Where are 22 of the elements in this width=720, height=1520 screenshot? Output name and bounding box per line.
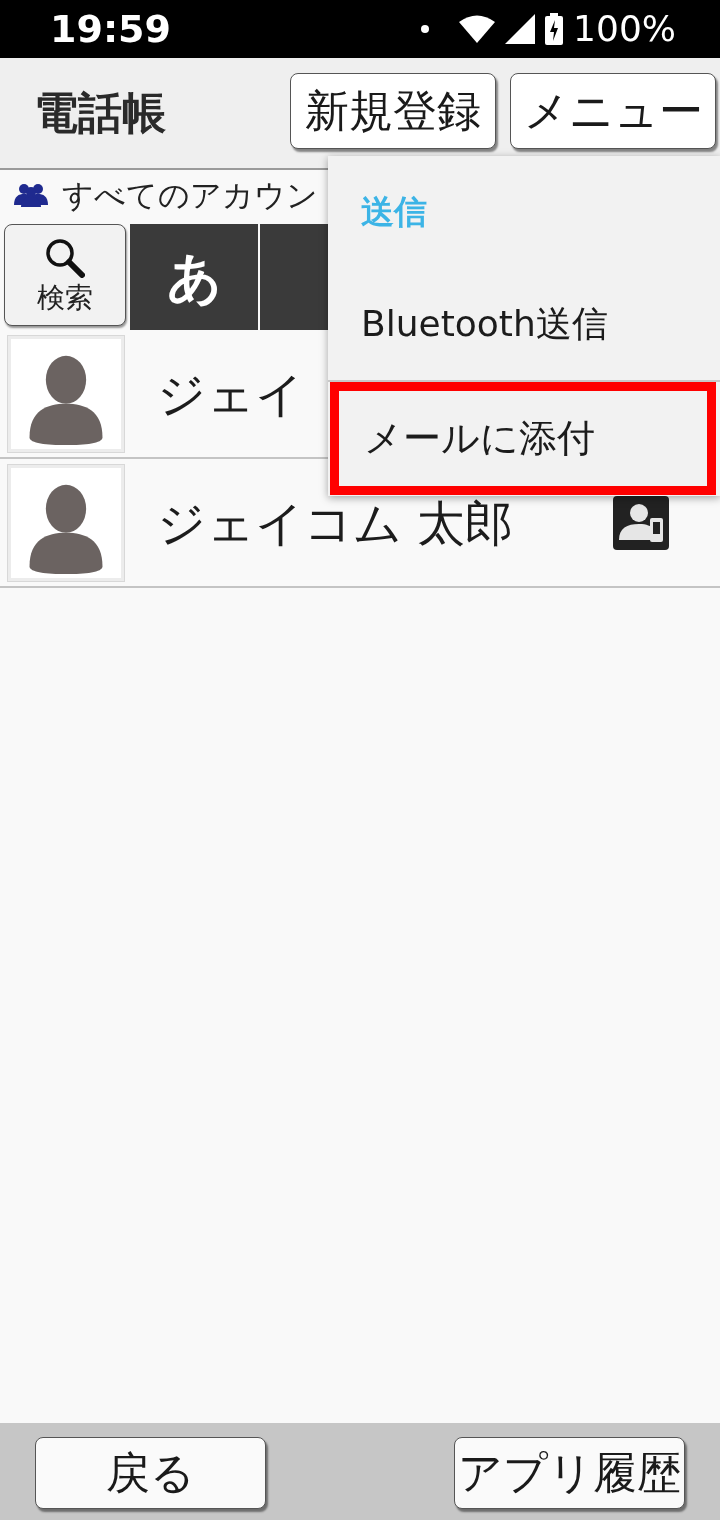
wifi-icon xyxy=(459,15,496,43)
menu-item[interactable]: Bluetooth送信 xyxy=(328,268,720,382)
battery-percent-text: 100% xyxy=(573,7,676,51)
menu-section-title: 送信 xyxy=(361,191,427,234)
header-button[interactable]: メニュー xyxy=(510,73,716,149)
avatar-icon xyxy=(8,464,124,581)
clock-text: 19:59 xyxy=(50,5,171,53)
search-icon xyxy=(45,238,85,278)
avatar-icon xyxy=(8,335,124,452)
header-button[interactable]: 新規登録 xyxy=(290,73,496,149)
search-button[interactable]: 検索 xyxy=(4,224,126,326)
signal-icon xyxy=(505,14,536,44)
footer-button[interactable]: アプリ履歴 xyxy=(454,1437,685,1509)
footer-button[interactable]: 戻る xyxy=(35,1437,266,1509)
notification-dot-icon xyxy=(421,25,430,33)
contact-name[interactable]: ジェイ xyxy=(157,357,304,430)
account-filter-text[interactable]: すべてのアカウン xyxy=(62,171,318,219)
kana-index-button[interactable]: あ xyxy=(130,224,258,330)
menu-item[interactable]: メールに添付 xyxy=(330,382,716,495)
screen-title: 電話帳 xyxy=(34,86,166,140)
battery-charging-icon xyxy=(545,13,564,45)
people-group-icon xyxy=(14,183,48,207)
